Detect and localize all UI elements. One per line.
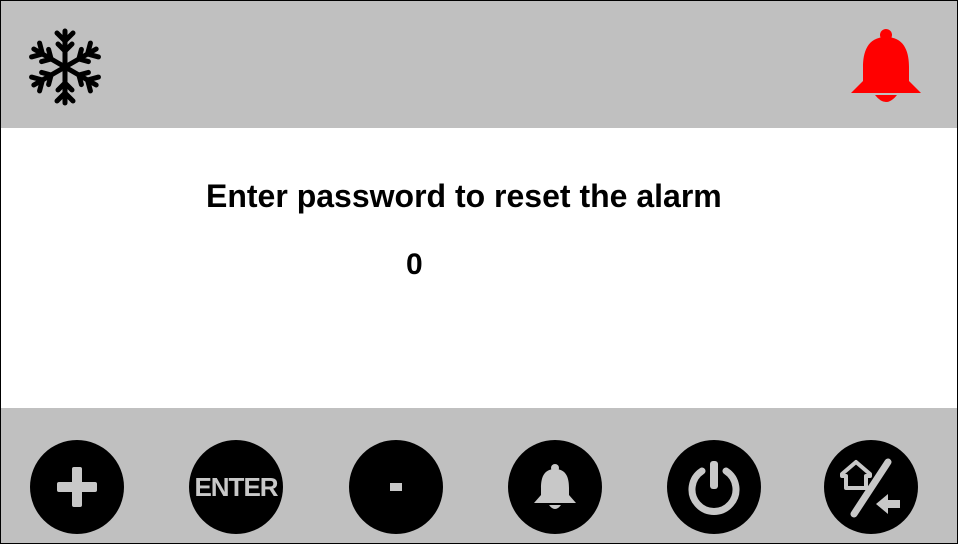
alarm-button[interactable]: [508, 440, 602, 534]
bell-icon: [528, 460, 582, 514]
snowflake-icon: [25, 27, 105, 107]
hmi-screen: Enter password to reset the alarm 0 ENTE…: [0, 0, 958, 544]
bottom-button-bar: ENTER: [1, 408, 957, 543]
power-button[interactable]: [667, 440, 761, 534]
home-back-button[interactable]: [824, 440, 918, 534]
home-back-icon: [836, 452, 906, 522]
top-status-bar: [1, 1, 957, 128]
power-icon: [682, 455, 746, 519]
bell-alarm-icon[interactable]: [841, 27, 931, 107]
password-prompt: Enter password to reset the alarm: [206, 178, 722, 214]
password-panel: Enter password to reset the alarm 0: [1, 128, 957, 408]
enter-button[interactable]: ENTER: [189, 440, 283, 534]
plus-button[interactable]: [30, 440, 124, 534]
plus-icon: [52, 462, 102, 512]
password-value-field[interactable]: 0: [406, 248, 423, 282]
minus-button[interactable]: [349, 440, 443, 534]
enter-label: ENTER: [194, 471, 278, 502]
minus-icon: [381, 472, 411, 502]
